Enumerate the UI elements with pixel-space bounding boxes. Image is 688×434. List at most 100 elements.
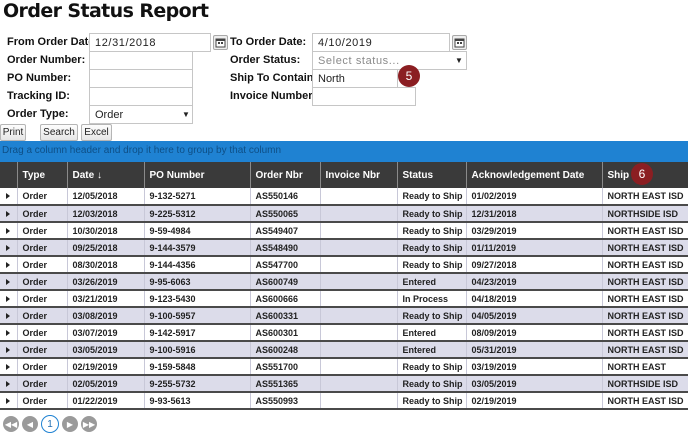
cell-ack-date: 08/09/2019 <box>465 324 602 341</box>
cell-po-number: 9-100-5916 <box>143 341 250 358</box>
table-row[interactable]: Order 02/05/2019 9-255-5732 AS551365 Ready t… <box>0 375 688 392</box>
table-row[interactable]: Order 01/22/2019 9-93-5613 AS550993 Ready to… <box>0 392 688 409</box>
cell-order-nbr: AS549407 <box>249 222 320 239</box>
cell-ship-to: NORTHSIDE ISD <box>601 375 688 392</box>
cell-ship-to: NORTHSIDE ISD <box>601 205 688 222</box>
prev-page-icon[interactable]: ◀ <box>22 416 38 432</box>
last-page-icon[interactable]: ▶▶ <box>81 416 97 432</box>
order-status-select[interactable]: Select status... <box>312 51 467 70</box>
cell-po-number: 9-59-4984 <box>143 222 250 239</box>
cell-type: Order <box>16 392 67 409</box>
row-expand-icon[interactable] <box>0 273 17 290</box>
table-row[interactable]: Order 03/21/2019 9-123-5430 AS600666 In Proc… <box>0 290 688 307</box>
cell-status: Ready to Ship <box>396 205 466 222</box>
cell-date: 03/08/2019 <box>66 307 144 324</box>
row-expand-icon[interactable] <box>0 392 17 409</box>
col-header-order-nbr[interactable]: Order Nbr <box>249 162 320 188</box>
row-expand-icon[interactable] <box>0 239 17 256</box>
cell-status: Ready to Ship <box>396 307 466 324</box>
print-button[interactable]: Print <box>0 124 26 141</box>
col-header-type[interactable]: Type <box>16 162 67 188</box>
table-row[interactable]: Order 09/25/2018 9-144-3579 AS548490 Ready t… <box>0 239 688 256</box>
col-header-date[interactable]: Date ↓ <box>66 162 144 188</box>
tracking-id-input[interactable] <box>89 87 193 106</box>
col-header-invoice-nbr[interactable]: Invoice Nbr <box>319 162 397 188</box>
order-status-label: Order Status: <box>230 54 301 66</box>
row-expand-icon[interactable] <box>0 256 17 273</box>
expand-arrow-icon <box>6 261 11 268</box>
cell-status: Ready to Ship <box>396 358 466 375</box>
table-row[interactable]: Order 12/05/2018 9-132-5271 AS550146 Ready t… <box>0 188 688 205</box>
cell-type: Order <box>16 239 67 256</box>
order-status-dropdown-icon[interactable]: ▼ <box>453 53 465 68</box>
row-expand-icon[interactable] <box>0 375 17 392</box>
cell-order-nbr: AS547700 <box>249 256 320 273</box>
cell-ack-date: 01/11/2019 <box>465 239 602 256</box>
cell-type: Order <box>16 307 67 324</box>
order-type-dropdown-icon[interactable]: ▼ <box>180 107 192 122</box>
current-page-button[interactable]: 1 <box>41 415 59 433</box>
col-header-po-number[interactable]: PO Number <box>143 162 250 188</box>
cell-type: Order <box>16 188 67 205</box>
cell-ship-to: NORTH EAST ISD <box>601 341 688 358</box>
order-type-select[interactable]: Order <box>89 105 193 124</box>
cell-status: Ready to Ship <box>396 375 466 392</box>
table-row[interactable]: Order 08/30/2018 9-144-4356 AS547700 Ready t… <box>0 256 688 273</box>
cell-date: 01/22/2019 <box>66 392 144 409</box>
table-row[interactable]: Order 10/30/2018 9-59-4984 AS549407 Ready to… <box>0 222 688 239</box>
cell-po-number: 9-93-5613 <box>143 392 250 409</box>
cell-ship-to: NORTH EAST ISD <box>601 239 688 256</box>
cell-ack-date: 05/31/2019 <box>465 341 602 358</box>
cell-invoice-nbr <box>319 222 397 239</box>
po-number-input[interactable] <box>89 69 193 88</box>
group-by-drop-area[interactable]: Drag a column header and drop it here to… <box>0 141 688 162</box>
tracking-id-label: Tracking ID: <box>7 90 70 102</box>
cell-ship-to: NORTH EAST ISD <box>601 392 688 409</box>
next-page-icon[interactable]: ▶ <box>62 416 78 432</box>
row-expand-icon[interactable] <box>0 222 17 239</box>
ship-to-contains-input[interactable]: North <box>312 69 398 88</box>
table-row[interactable]: Order 03/05/2019 9-100-5916 AS600248 Entered… <box>0 341 688 358</box>
search-button[interactable]: Search <box>40 124 78 141</box>
cell-date: 02/05/2019 <box>66 375 144 392</box>
from-date-calendar-icon[interactable] <box>213 35 228 50</box>
row-expand-icon[interactable] <box>0 188 17 205</box>
cell-ship-to: NORTH EAST ISD <box>601 256 688 273</box>
to-order-date-input[interactable]: 4/10/2019 <box>312 33 450 52</box>
table-row[interactable]: Order 12/03/2018 9-225-5312 AS550065 Ready t… <box>0 205 688 222</box>
row-expand-icon[interactable] <box>0 341 17 358</box>
col-header-acknowledgement-date[interactable]: Acknowledgement Date <box>465 162 602 188</box>
cell-type: Order <box>16 358 67 375</box>
from-order-date-input[interactable]: 12/31/2018 <box>89 33 211 52</box>
cell-po-number: 9-225-5312 <box>143 205 250 222</box>
to-date-calendar-icon[interactable] <box>452 35 467 50</box>
cell-date: 03/07/2019 <box>66 324 144 341</box>
cell-order-nbr: AS550065 <box>249 205 320 222</box>
row-expand-icon[interactable] <box>0 307 17 324</box>
invoice-number-input[interactable] <box>312 87 416 106</box>
cell-ship-to: NORTH EAST ISD <box>601 307 688 324</box>
excel-button[interactable]: Excel <box>81 124 112 141</box>
table-row[interactable]: Order 02/19/2019 9-159-5848 AS551700 Ready t… <box>0 358 688 375</box>
expand-arrow-icon <box>6 329 11 336</box>
row-expand-icon[interactable] <box>0 324 17 341</box>
cell-order-nbr: AS551365 <box>249 375 320 392</box>
table-row[interactable]: Order 03/26/2019 9-95-6063 AS600749 Entered 0… <box>0 273 688 290</box>
cell-order-nbr: AS600749 <box>249 273 320 290</box>
col-header-status[interactable]: Status <box>396 162 466 188</box>
cell-date: 12/05/2018 <box>66 188 144 205</box>
cell-date: 03/21/2019 <box>66 290 144 307</box>
first-page-icon[interactable]: ◀◀ <box>3 416 19 432</box>
cell-po-number: 9-123-5430 <box>143 290 250 307</box>
table-row[interactable]: Order 03/07/2019 9-142-5917 AS600301 Entered… <box>0 324 688 341</box>
cell-date: 03/26/2019 <box>66 273 144 290</box>
row-expand-icon[interactable] <box>0 358 17 375</box>
row-expand-icon[interactable] <box>0 290 17 307</box>
cell-order-nbr: AS600301 <box>249 324 320 341</box>
table-row[interactable]: Order 03/08/2019 9-100-5957 AS600331 Ready t… <box>0 307 688 324</box>
cell-invoice-nbr <box>319 239 397 256</box>
order-number-input[interactable] <box>89 51 193 70</box>
callout-badge-5: 5 <box>398 65 420 87</box>
row-expand-icon[interactable] <box>0 205 17 222</box>
cell-invoice-nbr <box>319 188 397 205</box>
